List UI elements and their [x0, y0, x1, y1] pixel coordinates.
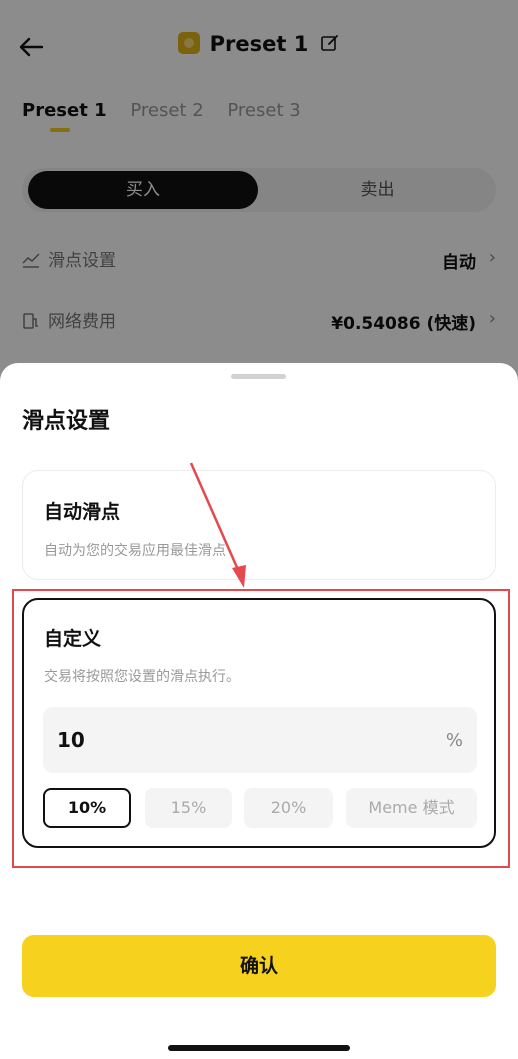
auto-slippage-option[interactable]: 自动滑点 自动为您的交易应用最佳滑点 — [22, 470, 496, 580]
sheet-drag-handle[interactable] — [231, 374, 286, 379]
home-indicator — [168, 1045, 350, 1051]
annotation-highlight-box — [12, 589, 510, 868]
auto-option-title: 自动滑点 — [44, 501, 121, 523]
confirm-button[interactable]: 确认 — [22, 935, 496, 997]
sheet-title: 滑点设置 — [22, 409, 111, 434]
auto-option-description: 自动为您的交易应用最佳滑点 — [44, 543, 226, 559]
